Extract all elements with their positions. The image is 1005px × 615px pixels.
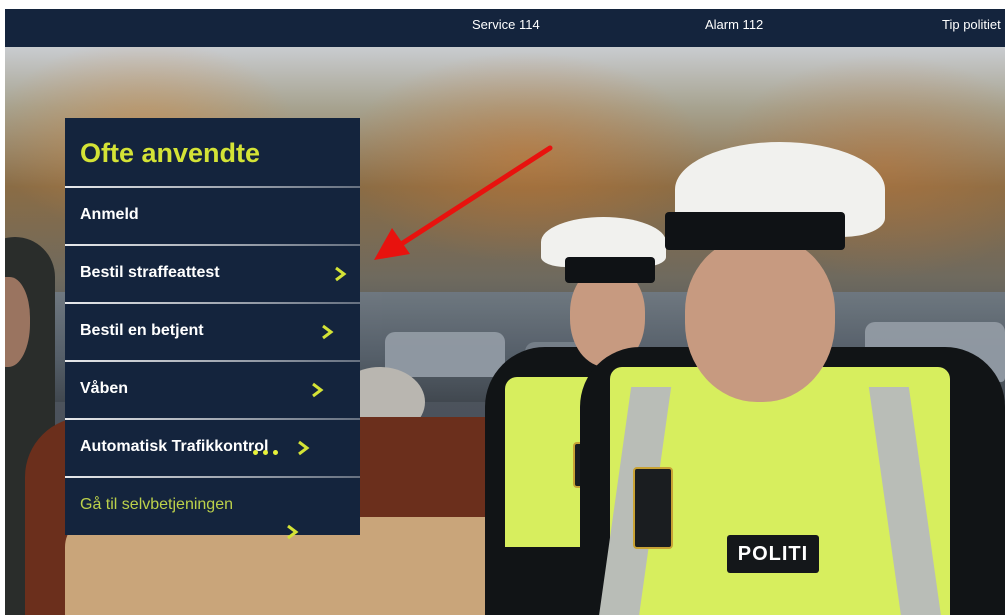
menu-item-bestil-straffeattest[interactable]: Bestil straffeattest bbox=[65, 246, 360, 302]
chevron-right-icon bbox=[335, 266, 347, 282]
menu-divider bbox=[65, 476, 360, 478]
politi-badge: POLITI bbox=[727, 535, 819, 573]
chevron-right-icon bbox=[312, 382, 324, 398]
menu-item-label: Bestil en betjent bbox=[80, 322, 204, 339]
selfservice-link[interactable]: Gå til selvbetjeningen bbox=[80, 496, 233, 514]
alarm-112-link[interactable]: Alarm 112 bbox=[705, 17, 763, 32]
chevron-right-icon[interactable] bbox=[285, 524, 299, 540]
menu-item-label: Anmeld bbox=[80, 206, 139, 223]
chevron-right-icon bbox=[298, 440, 310, 456]
chevron-right-icon bbox=[322, 324, 334, 340]
top-utility-bar: Service 114 Alarm 112 Tip politiet bbox=[5, 9, 1005, 47]
menu-item-label: Våben bbox=[80, 380, 129, 397]
menu-title: Ofte anvendte bbox=[80, 138, 261, 168]
menu-item-vaaben[interactable]: Våben bbox=[65, 362, 360, 418]
page-frame: Service 114 Alarm 112 Tip politiet POLIT… bbox=[5, 9, 1005, 615]
frequently-used-panel: Ofte anvendte Anmeld Bestil straffeattes… bbox=[65, 118, 360, 540]
menu-item-anmeld[interactable]: Anmeld bbox=[65, 188, 360, 244]
menu-item-label: Automatisk Trafikkontrol bbox=[80, 438, 269, 455]
menu-item-automatisk-trafikkontrol[interactable]: Automatisk Trafikkontrol bbox=[65, 420, 360, 476]
red-arrow-annotation bbox=[374, 145, 553, 260]
menu-item-bestil-en-betjent[interactable]: Bestil en betjent bbox=[65, 304, 360, 360]
tip-politiet-link[interactable]: Tip politiet bbox=[942, 17, 1001, 32]
ellipsis-icon[interactable] bbox=[253, 450, 293, 460]
menu-item-label: Bestil straffeattest bbox=[80, 264, 220, 281]
service-114-link[interactable]: Service 114 bbox=[472, 17, 540, 32]
